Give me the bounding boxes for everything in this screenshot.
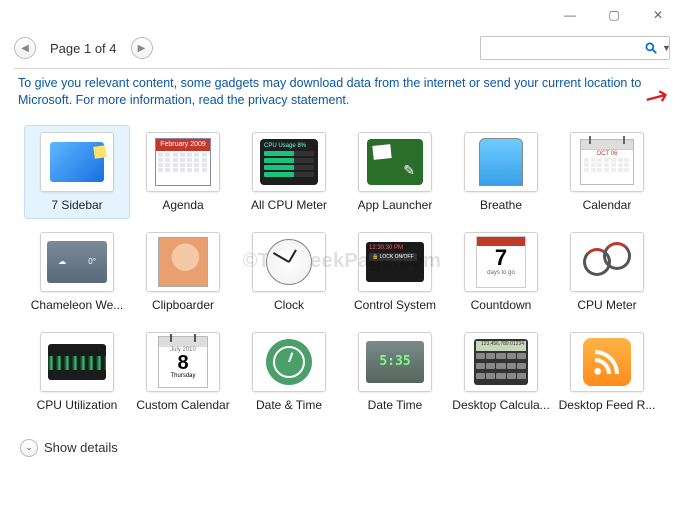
rss-icon bbox=[570, 332, 644, 392]
search-dropdown-icon[interactable]: ▼ bbox=[662, 43, 671, 53]
gadget-breathe[interactable]: Breathe bbox=[448, 125, 554, 219]
gadget-app-launcher[interactable]: App Launcher bbox=[342, 125, 448, 219]
gadget-label: Desktop Feed R... bbox=[559, 398, 656, 412]
cpumeter-icon bbox=[570, 232, 644, 292]
gadget-label: 7 Sidebar bbox=[51, 198, 102, 212]
gadget-label: Desktop Calcula... bbox=[452, 398, 549, 412]
gadget-date-and-time[interactable]: Date & Time bbox=[236, 325, 342, 419]
clock-icon bbox=[252, 232, 326, 292]
gadget-all-cpu-meter[interactable]: CPU Usage 8% All CPU Meter bbox=[236, 125, 342, 219]
page-label: Page 1 of 4 bbox=[50, 41, 117, 56]
gadget-label: Countdown bbox=[471, 298, 532, 312]
datetime-icon bbox=[252, 332, 326, 392]
footer: ⌄ Show details bbox=[0, 429, 684, 467]
search-box[interactable]: ▼ bbox=[480, 36, 670, 60]
gadget-label: App Launcher bbox=[358, 198, 433, 212]
gadget-desktop-feed-reader[interactable]: Desktop Feed R... bbox=[554, 325, 660, 419]
gadget-label: Chameleon We... bbox=[31, 298, 124, 312]
gadget-agenda[interactable]: February 2009 Agenda bbox=[130, 125, 236, 219]
gadget-label: Calendar bbox=[583, 198, 632, 212]
agenda-icon: February 2009 bbox=[146, 132, 220, 192]
gadget-cpu-meter[interactable]: CPU Meter bbox=[554, 225, 660, 319]
gadget-grid: 7 Sidebar February 2009 Agenda CPU Usage… bbox=[0, 119, 684, 429]
show-details-link[interactable]: Show details bbox=[44, 440, 118, 455]
gadget-date-time[interactable]: 5:35 Date Time bbox=[342, 325, 448, 419]
gadget-label: Custom Calendar bbox=[136, 398, 229, 412]
gadget-label: Date Time bbox=[368, 398, 423, 412]
gadget-control-system[interactable]: 12:30:30 PM🔒 LOCK ON/OFF Control System bbox=[342, 225, 448, 319]
calendar-icon: OCT 06 bbox=[570, 132, 644, 192]
header: ◀ Page 1 of 4 ▶ ▼ bbox=[0, 30, 684, 68]
minimize-button[interactable]: — bbox=[548, 1, 592, 29]
search-icon[interactable] bbox=[644, 41, 658, 55]
privacy-link[interactable]: privacy statement bbox=[248, 93, 346, 107]
gadget-label: All CPU Meter bbox=[251, 198, 327, 212]
controlsystem-icon: 12:30:30 PM🔒 LOCK ON/OFF bbox=[358, 232, 432, 292]
gadget-label: Date & Time bbox=[256, 398, 322, 412]
datetime2-icon: 5:35 bbox=[358, 332, 432, 392]
countdown-icon: 7days to go bbox=[464, 232, 538, 292]
gadget-calendar[interactable]: OCT 06 Calendar bbox=[554, 125, 660, 219]
sidebar-icon bbox=[40, 132, 114, 192]
gadget-label: Breathe bbox=[480, 198, 522, 212]
gadget-cpu-utilization[interactable]: CPU Utilization bbox=[24, 325, 130, 419]
divider bbox=[14, 68, 670, 69]
applauncher-icon bbox=[358, 132, 432, 192]
gadget-label: Agenda bbox=[162, 198, 203, 212]
gadget-label: CPU Utilization bbox=[37, 398, 118, 412]
search-input[interactable] bbox=[485, 38, 644, 58]
page-next-button[interactable]: ▶ bbox=[131, 37, 153, 59]
gadget-countdown[interactable]: 7days to go Countdown bbox=[448, 225, 554, 319]
gadget-label: Clock bbox=[274, 298, 304, 312]
calc-icon: 123,456,789.01234 bbox=[464, 332, 538, 392]
gadget-label: Control System bbox=[354, 298, 436, 312]
customcal-icon: July 20108Thursday bbox=[146, 332, 220, 392]
maximize-button[interactable]: ▢ bbox=[592, 1, 636, 29]
gadget-desktop-calculator[interactable]: 123,456,789.01234 Desktop Calcula... bbox=[448, 325, 554, 419]
gadget-custom-calendar[interactable]: July 20108Thursday Custom Calendar bbox=[130, 325, 236, 419]
cpuutil-icon bbox=[40, 332, 114, 392]
clipboarder-icon bbox=[146, 232, 220, 292]
close-button[interactable]: ✕ bbox=[636, 1, 680, 29]
chevron-down-icon[interactable]: ⌄ bbox=[20, 439, 38, 457]
gadget-label: Clipboarder bbox=[152, 298, 214, 312]
allcpu-icon: CPU Usage 8% bbox=[252, 132, 326, 192]
breathe-icon bbox=[464, 132, 538, 192]
gadget-clipboarder[interactable]: Clipboarder bbox=[130, 225, 236, 319]
window-controls: — ▢ ✕ bbox=[0, 0, 684, 30]
gadget-chameleon-weather[interactable]: ☁0° Chameleon We... bbox=[24, 225, 130, 319]
gadget-7-sidebar[interactable]: 7 Sidebar bbox=[24, 125, 130, 219]
chameleon-icon: ☁0° bbox=[40, 232, 114, 292]
gadget-clock[interactable]: Clock bbox=[236, 225, 342, 319]
privacy-notice: To give you relevant content, some gadge… bbox=[18, 75, 666, 109]
page-prev-button[interactable]: ◀ bbox=[14, 37, 36, 59]
gadget-label: CPU Meter bbox=[577, 298, 636, 312]
